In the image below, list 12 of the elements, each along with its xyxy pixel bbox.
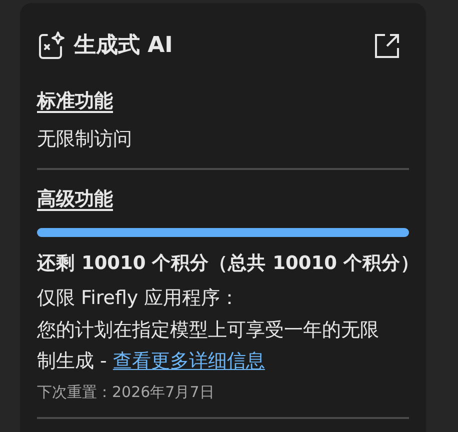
open-external-button[interactable] (375, 34, 399, 58)
details-link[interactable]: 查看更多详细信息 (112, 350, 265, 372)
panel-title: 生成式 AI (74, 32, 173, 60)
feature-text: 无限制访问 (37, 127, 133, 152)
external-link-icon (375, 34, 399, 58)
scope-text: 仅限 Firefly 应用程序： (37, 286, 240, 311)
reset-date: 下次重置：2026年7月7日 (37, 382, 216, 403)
plan-description: 您的计划在指定模型上可享受一年的无限制生成 - 查看更多详细信息 (37, 318, 380, 374)
section-heading: 高级功能 (37, 187, 114, 212)
sparkle-frame-icon (37, 30, 67, 60)
credits-text: 还剩 10010 个积分（总共 10010 个积分） (37, 252, 409, 276)
section-heading: 标准功能 (37, 89, 114, 114)
